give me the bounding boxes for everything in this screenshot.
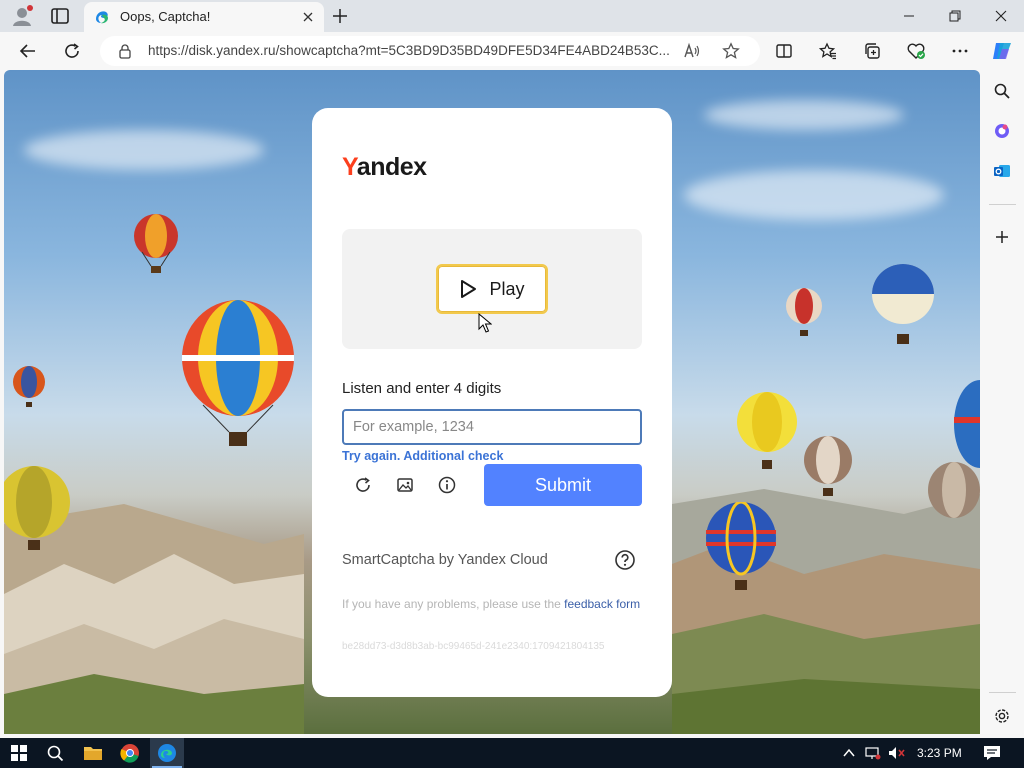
- window-close-icon[interactable]: [978, 0, 1024, 32]
- problems-notice: If you have any problems, please use the…: [342, 596, 642, 612]
- play-button[interactable]: Play: [436, 264, 548, 314]
- file-explorer-icon[interactable]: [82, 742, 104, 764]
- edge-icon[interactable]: [156, 742, 178, 764]
- page-viewport: Yandex Play Listen and enter 4 digits Tr…: [4, 70, 980, 734]
- more-icon[interactable]: [949, 40, 971, 62]
- try-again-link[interactable]: Try again.: [342, 449, 400, 463]
- refresh-captcha-icon[interactable]: [352, 474, 374, 496]
- collections-icon[interactable]: [861, 40, 883, 62]
- network-icon[interactable]: [864, 742, 882, 764]
- hot-air-balloon: [13, 366, 45, 407]
- restore-icon[interactable]: [932, 0, 978, 32]
- clock-time[interactable]: 3:23 PM: [917, 746, 962, 760]
- play-icon: [461, 280, 477, 298]
- hot-air-balloon: [4, 466, 70, 550]
- hot-air-balloon: [954, 380, 980, 468]
- tab-title: Oops, Captcha!: [120, 9, 211, 24]
- digits-input[interactable]: [342, 409, 642, 445]
- back-icon[interactable]: [17, 40, 39, 62]
- hot-air-balloon: [182, 300, 294, 446]
- mouse-cursor-icon: [478, 313, 492, 333]
- help-icon[interactable]: [614, 549, 636, 571]
- right-sidebar: [981, 70, 1024, 738]
- toolbar: https://disk.yandex.ru/showcaptcha?mt=5C…: [0, 32, 1024, 70]
- tab-bar: Oops, Captcha!: [0, 0, 1024, 32]
- new-tab-icon[interactable]: [330, 6, 350, 26]
- captcha-links: Try again. Additional check: [342, 449, 503, 463]
- additional-check-link[interactable]: Additional check: [403, 449, 503, 463]
- info-icon[interactable]: [436, 474, 458, 496]
- hot-air-balloon: [737, 392, 797, 469]
- workspaces-icon[interactable]: [50, 7, 70, 25]
- chrome-icon[interactable]: [119, 742, 141, 764]
- edge-favicon-icon: [94, 9, 110, 25]
- refresh-icon[interactable]: [61, 40, 83, 62]
- submit-button[interactable]: Submit: [484, 464, 642, 506]
- copilot-icon[interactable]: [989, 38, 1015, 64]
- instruction-text: Listen and enter 4 digits: [342, 380, 502, 397]
- hot-air-balloon: [134, 214, 178, 273]
- captcha-card: Yandex Play Listen and enter 4 digits Tr…: [312, 108, 672, 697]
- hot-air-balloon: [928, 462, 980, 518]
- search-icon[interactable]: [992, 81, 1012, 101]
- lock-icon[interactable]: [117, 43, 133, 59]
- sidebar-divider: [989, 692, 1016, 693]
- favorites-icon[interactable]: [817, 40, 839, 62]
- yandex-logo: Yandex: [342, 153, 427, 181]
- problems-text: If you have any problems, please use the: [342, 597, 565, 611]
- image-captcha-icon[interactable]: [394, 474, 416, 496]
- play-label: Play: [489, 278, 525, 299]
- notifications-icon[interactable]: [981, 742, 1003, 764]
- settings-icon[interactable]: [992, 706, 1012, 726]
- hot-air-balloon: [786, 288, 822, 336]
- hot-air-balloon: [706, 502, 776, 590]
- outlook-icon[interactable]: [992, 161, 1012, 181]
- tab-close-icon[interactable]: [300, 9, 316, 25]
- sidebar-divider: [989, 204, 1016, 205]
- windows-start-icon[interactable]: [8, 742, 30, 764]
- taskbar-search-icon[interactable]: [44, 742, 66, 764]
- smartcaptcha-brand: SmartCaptcha by Yandex Cloud: [342, 552, 548, 568]
- address-bar[interactable]: https://disk.yandex.ru/showcaptcha?mt=5C…: [100, 36, 760, 66]
- browser-essentials-icon[interactable]: [905, 40, 927, 62]
- read-aloud-icon[interactable]: [682, 41, 702, 61]
- audio-challenge-area: Play: [342, 229, 642, 349]
- split-screen-icon[interactable]: [773, 40, 795, 62]
- url-text[interactable]: https://disk.yandex.ru/showcaptcha?mt=5C…: [148, 43, 678, 58]
- taskbar: 3:23 PM: [0, 738, 1024, 768]
- profile-icon[interactable]: [10, 5, 34, 27]
- add-icon[interactable]: [992, 227, 1012, 247]
- hot-air-balloon: [804, 436, 852, 496]
- favorite-star-icon[interactable]: [721, 41, 741, 61]
- copilot-sidebar-icon[interactable]: [992, 121, 1012, 141]
- request-id: be28dd73-d3d8b3ab-bc99465d-241e2340:1709…: [342, 641, 605, 652]
- show-hidden-icons-icon[interactable]: [840, 742, 858, 764]
- volume-muted-icon[interactable]: [886, 742, 908, 764]
- minimize-icon[interactable]: [886, 0, 932, 32]
- hot-air-balloon: [872, 264, 934, 344]
- tab-active[interactable]: Oops, Captcha!: [84, 2, 324, 32]
- feedback-form-link[interactable]: feedback form: [564, 597, 640, 611]
